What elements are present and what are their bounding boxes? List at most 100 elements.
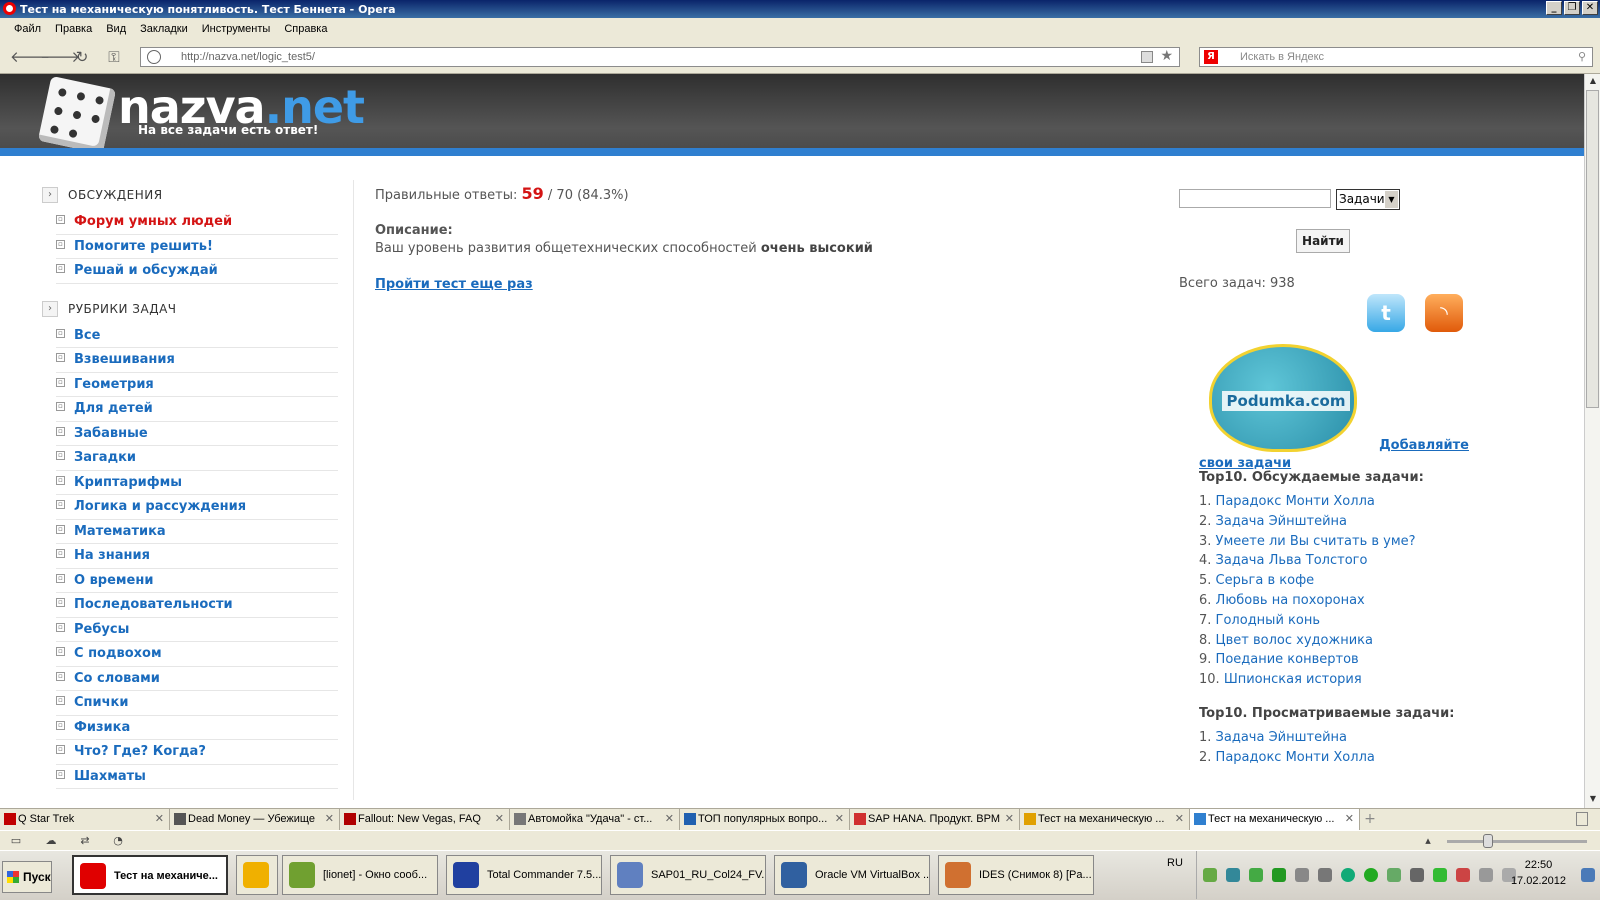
cloud-icon[interactable]: ☁ [44, 834, 58, 847]
close-tab-icon[interactable]: ✕ [155, 809, 164, 829]
scroll-up-icon[interactable]: ▲ [1587, 76, 1599, 88]
tray-app-icon[interactable] [1203, 868, 1217, 882]
tray-app-icon[interactable] [1387, 868, 1401, 882]
tray-volume-icon[interactable] [1456, 868, 1470, 882]
browser-tab[interactable]: Fallout: New Vegas, FAQ ✕ [340, 809, 510, 830]
rubric-link[interactable]: На знания [74, 548, 150, 563]
tray-app-icon[interactable] [1249, 868, 1263, 882]
page-scrollbar[interactable]: ▲ ▼ [1584, 74, 1600, 808]
rubric-link[interactable]: Что? Где? Когда? [74, 744, 206, 759]
close-tab-icon[interactable]: ✕ [1345, 809, 1354, 829]
language-indicator[interactable]: RU [1167, 853, 1183, 873]
trash-icon[interactable] [1576, 812, 1588, 826]
close-tab-icon[interactable]: ✕ [325, 809, 334, 829]
task-link[interactable]: Парадокс Монти Холла [1216, 494, 1375, 509]
back-arrow-icon[interactable]: 🡐 [10, 48, 50, 66]
rubric-link[interactable]: Со словами [74, 671, 160, 686]
zoom-slider[interactable] [1447, 840, 1587, 843]
browser-tab[interactable]: SAP HANA. Продукт. BPM ✕ [850, 809, 1020, 830]
task-link[interactable]: Цвет волос художника [1216, 633, 1373, 648]
tray-signal-icon[interactable] [1479, 868, 1493, 882]
taskbar-button[interactable]: SAP01_RU_Col24_FV... [610, 855, 766, 895]
rubric-link[interactable]: Физика [74, 720, 130, 735]
task-link[interactable]: Шпионская история [1224, 672, 1362, 687]
rubric-link[interactable]: Последовательности [74, 597, 233, 612]
scroll-thumb[interactable] [1586, 90, 1599, 408]
menu-help[interactable]: Справка [277, 23, 334, 35]
rubric-link[interactable]: Геометрия [74, 377, 154, 392]
taskbar-button[interactable]: Тест на механиче... [72, 855, 228, 895]
rubric-link[interactable]: Математика [74, 524, 166, 539]
zoom-icon[interactable]: ▴ [1421, 834, 1435, 847]
browser-tab[interactable]: Автомойка "Удача" - ст... ✕ [510, 809, 680, 830]
task-link[interactable]: Поедание конвертов [1216, 652, 1359, 667]
speed-dial-icon[interactable]: ◔ [111, 834, 125, 847]
tray-app-icon[interactable] [1226, 868, 1240, 882]
close-tab-icon[interactable]: ✕ [1005, 809, 1014, 829]
show-desktop-icon[interactable] [1581, 868, 1595, 882]
address-field[interactable]: http://nazva.net/logic_test5/ ★ [140, 47, 1180, 67]
feed-icon[interactable] [1141, 51, 1153, 63]
browser-tab[interactable]: Тест на механическую ... ✕ [1190, 809, 1360, 830]
browser-tab[interactable]: Тест на механическую ... ✕ [1020, 809, 1190, 830]
rubric-link[interactable]: Ребусы [74, 622, 129, 637]
taskbar-button[interactable]: [lionet] - Окно сооб... [282, 855, 438, 895]
rubric-link[interactable]: Спички [74, 695, 129, 710]
scroll-down-icon[interactable]: ▼ [1587, 794, 1599, 806]
menu-edit[interactable]: Правка [48, 23, 99, 35]
tray-app-icon[interactable] [1272, 868, 1286, 882]
browser-tab[interactable]: ТОП популярных вопро... ✕ [680, 809, 850, 830]
forward-arrow-icon[interactable]: 🡒 [40, 48, 80, 66]
maximize-button[interactable]: ❐ [1564, 1, 1580, 15]
close-button[interactable]: ✕ [1582, 1, 1598, 15]
rubric-link[interactable]: Взвешивания [74, 352, 175, 367]
add-tasks-link-continued[interactable]: свои задачи [1199, 456, 1291, 471]
search-icon[interactable]: ⚲ [1578, 50, 1586, 63]
retry-test-link[interactable]: Пройти тест еще раз [375, 277, 533, 292]
browser-tab[interactable]: Q Star Trek ✕ [0, 809, 170, 830]
task-link[interactable]: Задача Эйнштейна [1216, 730, 1347, 745]
clock[interactable]: 22:50 17.02.2012 [1511, 857, 1566, 889]
menu-bookmarks[interactable]: Закладки [133, 23, 195, 35]
taskbar-button[interactable] [236, 855, 278, 895]
taskbar-button[interactable]: Total Commander 7.5... [446, 855, 602, 895]
close-tab-icon[interactable]: ✕ [495, 809, 504, 829]
tray-network-icon[interactable] [1410, 868, 1424, 882]
start-button[interactable]: Пуск [2, 861, 52, 893]
twitter-icon[interactable]: t [1367, 294, 1405, 332]
close-tab-icon[interactable]: ✕ [665, 809, 674, 829]
share-icon[interactable]: ⇄ [78, 834, 92, 847]
task-link[interactable]: Серьга в кофе [1216, 573, 1315, 588]
rubric-link[interactable]: Для детей [74, 401, 153, 416]
task-link[interactable]: Голодный конь [1216, 613, 1320, 628]
browser-tab[interactable]: Dead Money — Убежище ✕ [170, 809, 340, 830]
search-category-select[interactable]: Задачи ▼ [1336, 189, 1400, 210]
task-link[interactable]: Задача Льва Толстого [1216, 553, 1368, 568]
zoom-slider-thumb[interactable] [1483, 834, 1493, 848]
site-search-input[interactable] [1179, 189, 1331, 208]
tray-app-icon[interactable] [1295, 868, 1309, 882]
menu-view[interactable]: Вид [99, 23, 133, 35]
rubric-link[interactable]: Логика и рассуждения [74, 499, 246, 514]
tray-app-icon[interactable] [1364, 868, 1378, 882]
taskbar-button[interactable]: Oracle VM VirtualBox ... [774, 855, 930, 895]
task-link[interactable]: Парадокс Монти Холла [1216, 750, 1375, 765]
rubric-link[interactable]: Криптарифмы [74, 475, 182, 490]
new-tab-icon[interactable]: + [1360, 809, 1380, 830]
add-tasks-link[interactable]: Добавляйте [1199, 436, 1469, 456]
yandex-search-field[interactable]: Я Искать в Яндекс ⚲ [1199, 47, 1593, 67]
rubric-link[interactable]: С подвохом [74, 646, 162, 661]
rubric-link[interactable]: Все [74, 328, 100, 343]
tray-app-icon[interactable] [1318, 868, 1332, 882]
reload-icon[interactable]: ↻ [72, 48, 92, 66]
tray-app-icon[interactable] [1341, 868, 1355, 882]
task-link[interactable]: Любовь на похоронах [1216, 593, 1365, 608]
close-tab-icon[interactable]: ✕ [1175, 809, 1184, 829]
panel-toggle-icon[interactable]: ▭ [9, 834, 23, 847]
menu-tools[interactable]: Инструменты [195, 23, 278, 35]
menu-file[interactable]: Файл [7, 23, 48, 35]
dice-logo-icon[interactable] [37, 75, 117, 155]
task-link[interactable]: Задача Эйнштейна [1216, 514, 1347, 529]
rubric-link[interactable]: Забавные [74, 426, 148, 441]
close-tab-icon[interactable]: ✕ [835, 809, 844, 829]
